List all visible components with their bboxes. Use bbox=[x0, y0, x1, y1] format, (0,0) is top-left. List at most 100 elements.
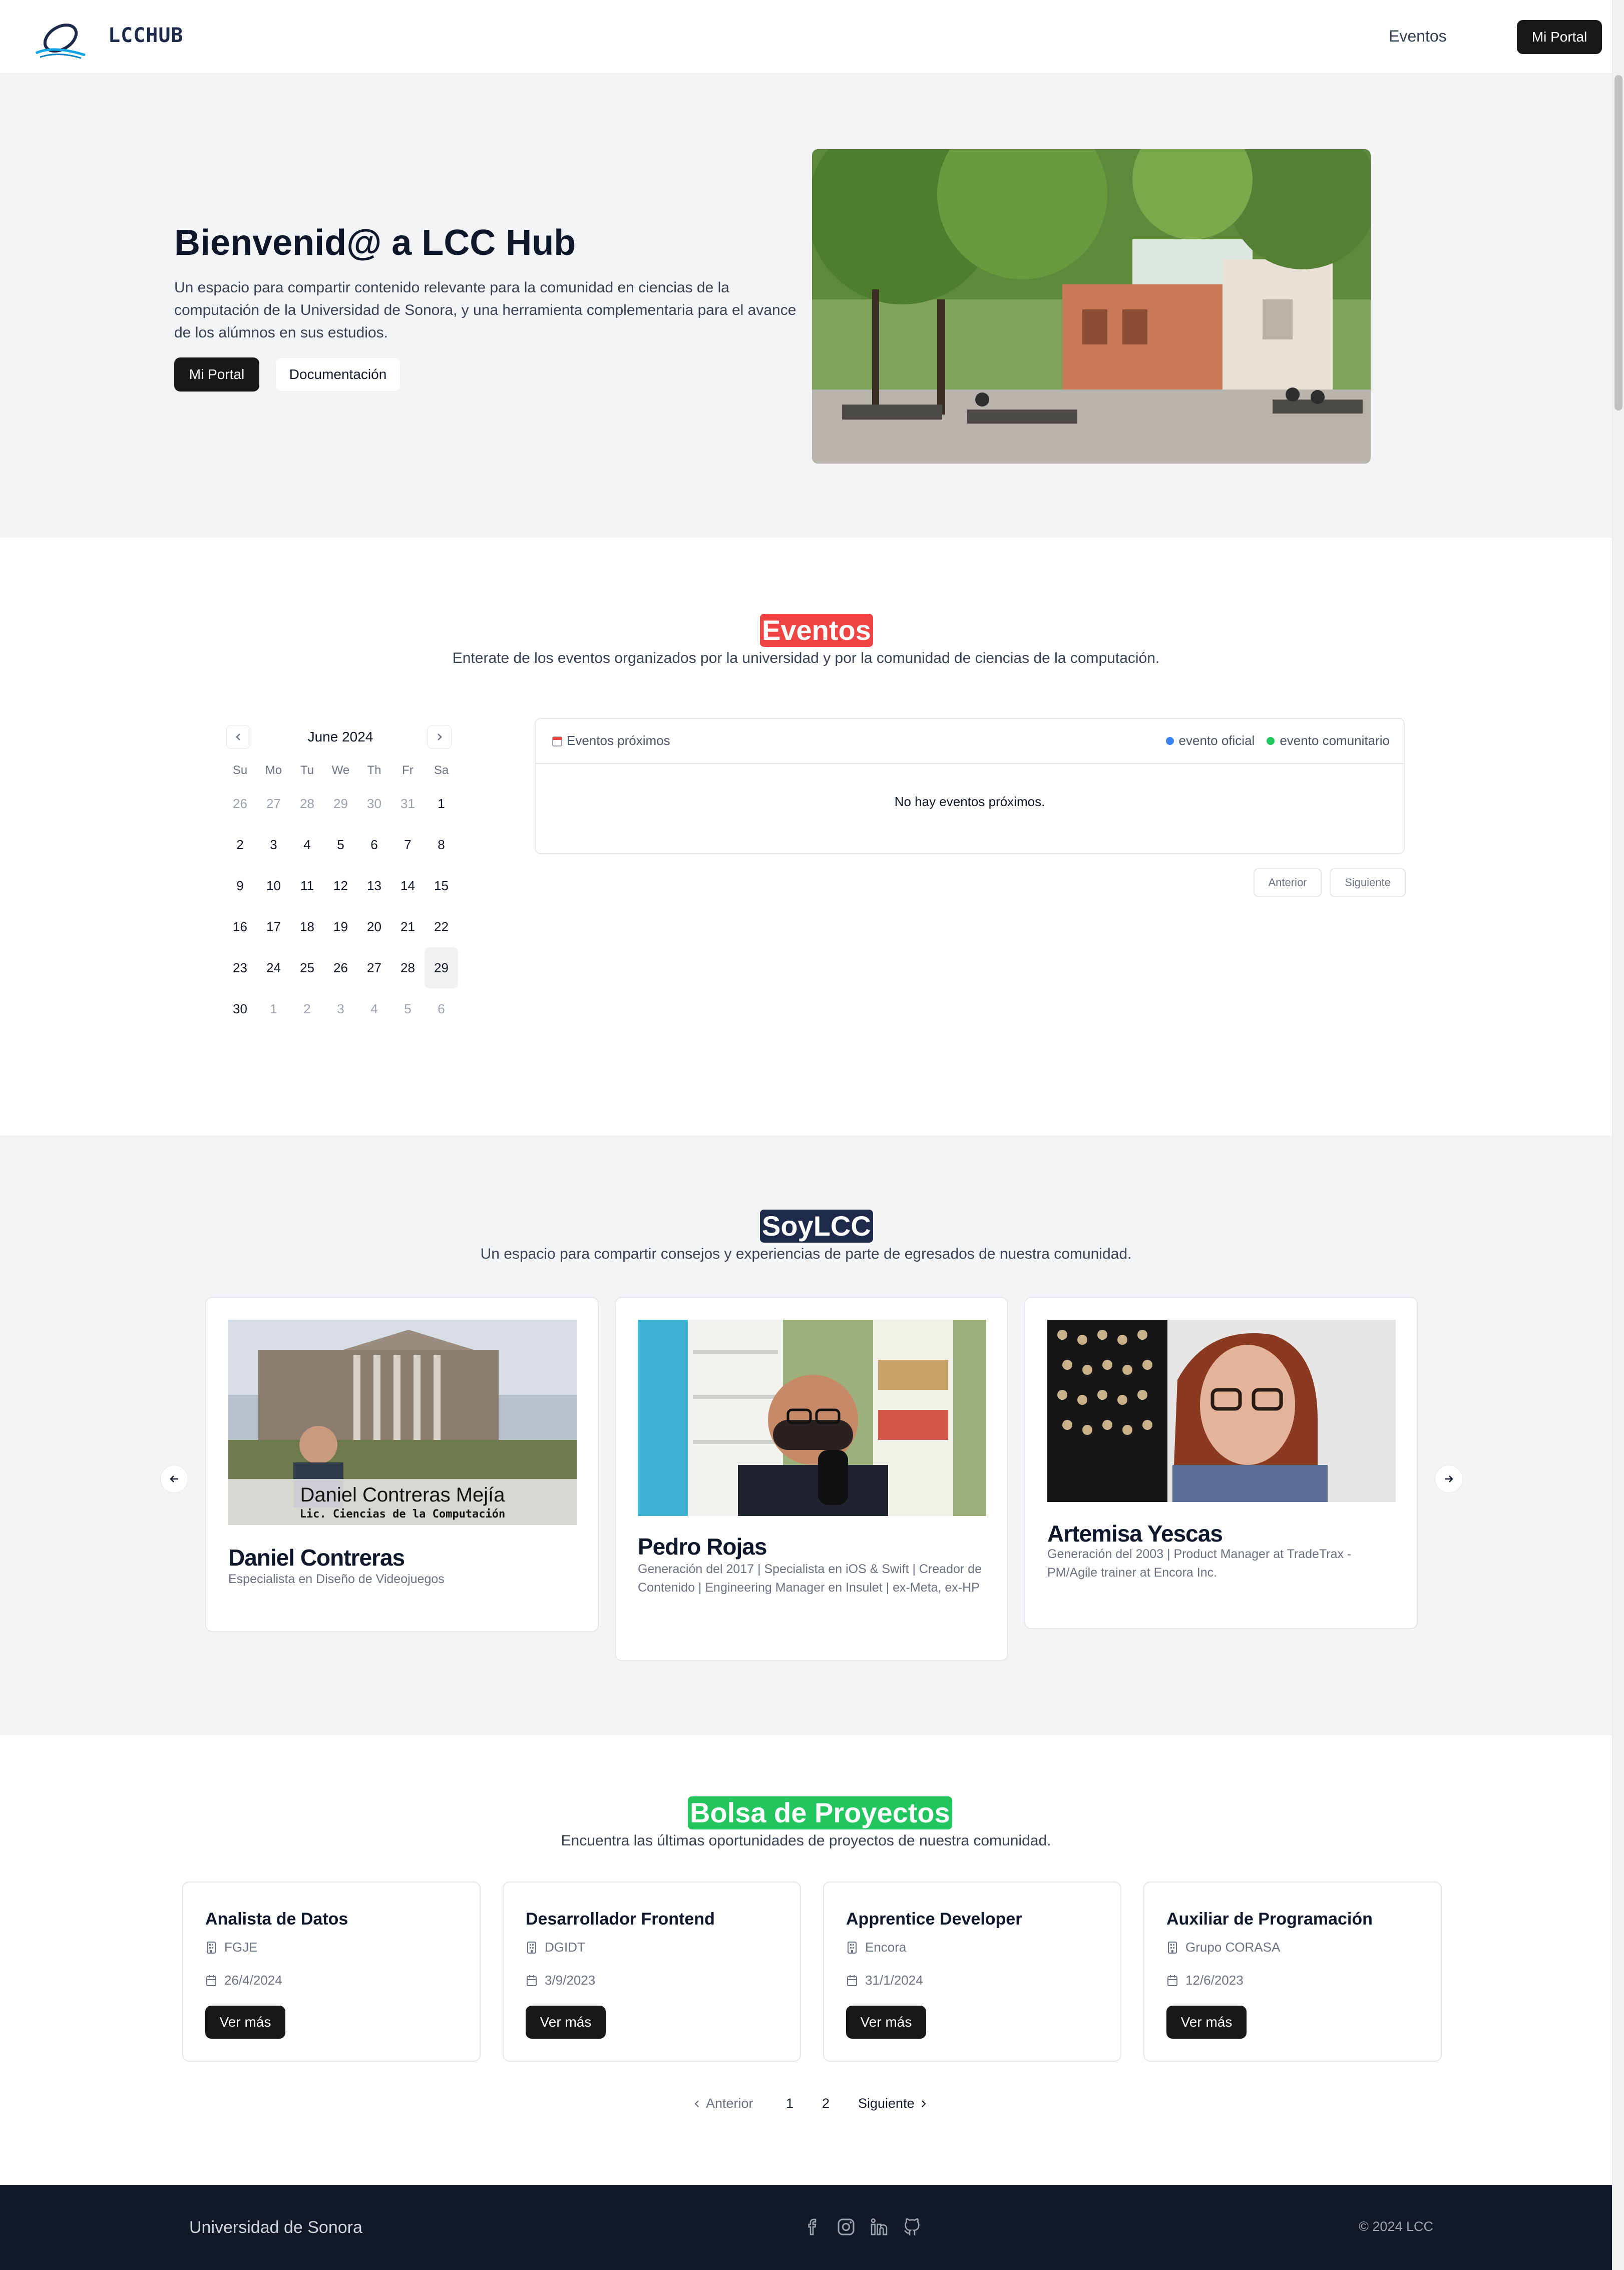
calendar-day[interactable]: 23 bbox=[223, 947, 257, 988]
ver-mas-button[interactable]: Ver más bbox=[1166, 2006, 1247, 2039]
page-scrollbar[interactable] bbox=[1612, 0, 1624, 2270]
calendar-day[interactable]: 20 bbox=[357, 906, 391, 947]
brand-name[interactable]: LCCHUB bbox=[108, 24, 184, 47]
calendar-day[interactable]: 26 bbox=[324, 947, 357, 988]
soylcc-section-title: SoyLCC bbox=[760, 1210, 873, 1243]
events-prev-button[interactable]: Anterior bbox=[1254, 868, 1322, 897]
carousel-next-button[interactable] bbox=[1435, 1465, 1463, 1493]
calendar-weekday: Su bbox=[232, 764, 248, 777]
calendar-day[interactable]: 25 bbox=[290, 947, 324, 988]
pager-page-2[interactable]: 2 bbox=[822, 2096, 830, 2111]
upcoming-events-panel: Eventos próximos evento oficial evento c… bbox=[535, 718, 1405, 854]
ver-mas-button[interactable]: Ver más bbox=[205, 2006, 285, 2039]
calendar-day[interactable]: 10 bbox=[257, 865, 290, 906]
testimonial-card[interactable]: Pedro Rojas Generación del 2017 | Specia… bbox=[615, 1297, 1008, 1661]
scrollbar-thumb[interactable] bbox=[1614, 75, 1622, 411]
calendar-icon bbox=[527, 1975, 537, 1986]
calendar-day[interactable]: 2 bbox=[223, 824, 257, 865]
project-organization: Encora bbox=[865, 1940, 907, 1955]
eventos-subtitle: Enterate de los eventos organizados por … bbox=[452, 650, 1160, 666]
calendar-day[interactable]: 30 bbox=[223, 988, 257, 1029]
calendar-day[interactable]: 15 bbox=[425, 865, 458, 906]
calendar-day[interactable]: 1 bbox=[257, 988, 290, 1029]
carousel-prev-button[interactable] bbox=[160, 1465, 188, 1493]
calendar-day[interactable]: 14 bbox=[391, 865, 425, 906]
ver-mas-button[interactable]: Ver más bbox=[846, 2006, 926, 2039]
calendar-day[interactable]: 4 bbox=[357, 988, 391, 1029]
mi-portal-button[interactable]: Mi Portal bbox=[1517, 20, 1602, 54]
calendar-day[interactable]: 16 bbox=[223, 906, 257, 947]
building-icon bbox=[1168, 1941, 1177, 1954]
calendar-day[interactable]: 3 bbox=[324, 988, 357, 1029]
calendar-day[interactable]: 4 bbox=[290, 824, 324, 865]
instagram-icon[interactable] bbox=[836, 2217, 856, 2237]
testimonial-description: Especialista en Diseño de Videojuegos bbox=[228, 1572, 445, 1586]
calendar-day[interactable]: 27 bbox=[257, 783, 290, 824]
building-icon bbox=[848, 1941, 857, 1954]
testimonial-video-thumbnail[interactable] bbox=[1047, 1320, 1396, 1502]
project-date-row: 31/1/2024 bbox=[846, 1973, 923, 1988]
pager-next-label[interactable]: Siguiente bbox=[858, 2096, 915, 2111]
project-date-row: 3/9/2023 bbox=[526, 1973, 595, 1988]
calendar-day[interactable]: 30 bbox=[357, 783, 391, 824]
official-dot-icon bbox=[1165, 736, 1174, 745]
hero-section: Bienvenid@ a LCC Hub Un espacio para com… bbox=[0, 74, 1612, 538]
calendar-day[interactable]: 19 bbox=[324, 906, 357, 947]
project-org-row: FGJE bbox=[205, 1940, 257, 1955]
calendar-day[interactable]: 22 bbox=[425, 906, 458, 947]
testimonial-name: Daniel Contreras bbox=[228, 1545, 405, 1571]
calendar-day[interactable]: 28 bbox=[290, 783, 324, 824]
calendar-day[interactable]: 21 bbox=[391, 906, 425, 947]
ver-mas-button[interactable]: Ver más bbox=[526, 2006, 606, 2039]
calendar-day[interactable]: 2 bbox=[290, 988, 324, 1029]
calendar-day[interactable]: 27 bbox=[357, 947, 391, 988]
calendar-day[interactable]: 13 bbox=[357, 865, 391, 906]
calendar-weekday: Mo bbox=[265, 764, 282, 777]
calendar-day[interactable]: 18 bbox=[290, 906, 324, 947]
calendar-day[interactable]: 24 bbox=[257, 947, 290, 988]
hero-mi-portal-button[interactable]: Mi Portal bbox=[174, 357, 259, 392]
calendar-day[interactable]: 11 bbox=[290, 865, 324, 906]
testimonial-video-thumbnail[interactable]: Daniel Contreras Mejía Lic. Ciencias de … bbox=[228, 1320, 577, 1525]
calendar-day[interactable]: 7 bbox=[391, 824, 425, 865]
calendar-day[interactable]: 5 bbox=[391, 988, 425, 1029]
calendar-day[interactable]: 29 bbox=[324, 783, 357, 824]
calendar-icon bbox=[552, 736, 562, 746]
testimonial-card[interactable]: Artemisa Yescas Generación del 2003 | Pr… bbox=[1024, 1297, 1418, 1629]
project-date: 26/4/2024 bbox=[224, 1973, 282, 1988]
lcc-logo-icon[interactable] bbox=[33, 14, 88, 60]
events-next-button[interactable]: Siguiente bbox=[1330, 868, 1406, 897]
testimonial-video-thumbnail[interactable] bbox=[638, 1320, 986, 1516]
nav-link-eventos[interactable]: Eventos bbox=[1389, 27, 1447, 46]
calendar-grid: Su Mo Tu We Th Fr Sa 26 27 28 29 30 31 1 2 3 4 5 6 7 8 9 10 11 1… bbox=[223, 758, 458, 1029]
soylcc-subtitle: Un espacio para compartir consejos y exp… bbox=[480, 1246, 1132, 1262]
facebook-icon[interactable] bbox=[803, 2217, 823, 2237]
calendar-day[interactable]: 28 bbox=[391, 947, 425, 988]
projects-prev-page[interactable]: Anterior bbox=[693, 2096, 753, 2111]
calendar-day[interactable]: 5 bbox=[324, 824, 357, 865]
calendar-day[interactable]: 29 bbox=[425, 947, 458, 988]
github-icon[interactable] bbox=[902, 2217, 922, 2237]
calendar-icon bbox=[847, 1975, 857, 1986]
calendar-weekday: Sa bbox=[434, 764, 449, 777]
pager-page-1[interactable]: 1 bbox=[786, 2096, 793, 2111]
calendar-day[interactable]: 3 bbox=[257, 824, 290, 865]
calendar-day[interactable]: 17 bbox=[257, 906, 290, 947]
calendar-day[interactable]: 6 bbox=[425, 988, 458, 1029]
project-title: Auxiliar de Programación bbox=[1166, 1910, 1373, 1929]
calendar-next-month-button[interactable] bbox=[428, 725, 452, 749]
pager-prev-label[interactable]: Anterior bbox=[706, 2096, 753, 2111]
calendar-day[interactable]: 1 bbox=[425, 783, 458, 824]
linkedin-icon[interactable] bbox=[869, 2217, 889, 2237]
project-title: Analista de Datos bbox=[205, 1910, 348, 1929]
calendar-day[interactable]: 26 bbox=[223, 783, 257, 824]
calendar-day[interactable]: 12 bbox=[324, 865, 357, 906]
documentacion-button[interactable]: Documentación bbox=[275, 357, 400, 392]
testimonial-card[interactable]: Daniel Contreras Mejía Lic. Ciencias de … bbox=[205, 1297, 599, 1632]
calendar-day[interactable]: 31 bbox=[391, 783, 425, 824]
calendar-day[interactable]: 9 bbox=[223, 865, 257, 906]
footer-university: Universidad de Sonora bbox=[189, 2218, 362, 2237]
calendar-day[interactable]: 6 bbox=[357, 824, 391, 865]
projects-next-page[interactable]: Siguiente bbox=[858, 2096, 928, 2111]
calendar-day[interactable]: 8 bbox=[425, 824, 458, 865]
